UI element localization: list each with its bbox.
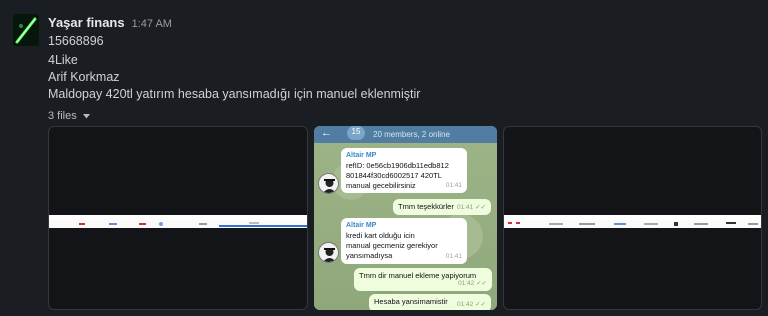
message-line: Arif Korkmaz xyxy=(48,70,120,84)
double-check-icon: ✓✓ xyxy=(475,301,486,308)
avatar-lightsaber-icon xyxy=(13,14,39,46)
message-time: 01:41 xyxy=(457,204,474,211)
message-line: 4Like xyxy=(48,53,78,67)
message-header: Yaşar finans 1:47 AM xyxy=(48,15,172,31)
message-text: Tmm teşekkürler xyxy=(398,202,454,211)
message-text: kredi kart olduğu icin xyxy=(346,231,415,240)
spy-avatar-icon xyxy=(318,173,339,194)
message-time: 01:42 xyxy=(458,280,475,287)
message-text: refID: 0e56cb1906db11edb812 xyxy=(346,161,449,170)
chat-message: Tmm teşekkürler 01:41 ✓✓ xyxy=(393,199,491,215)
message-time: 01:41 xyxy=(445,182,462,189)
spy-avatar-icon xyxy=(318,242,339,263)
file-attachment-3[interactable] xyxy=(503,126,762,310)
double-check-icon: ✓✓ xyxy=(476,280,487,287)
message-sender: Altair MP xyxy=(346,222,377,229)
file-attachment-1[interactable] xyxy=(48,126,308,310)
group-subtitle: 20 members, 2 online xyxy=(373,130,450,139)
attachment-preview-strip xyxy=(504,215,761,228)
screenshot-preview xyxy=(49,220,307,228)
chat-message: Altair MP refID: 0e56cb1906db11edb812 80… xyxy=(341,148,467,193)
chat-message: Hesaba yansimamistir 01:42 ✓✓ xyxy=(369,294,491,310)
screenshot-preview xyxy=(504,220,761,228)
message-line: Maldopay 420tl yatırım hesaba yansımadığ… xyxy=(48,87,421,101)
message-text: manual gecmeniz gerekiyor xyxy=(346,241,438,250)
group-avatar-badge: 15 xyxy=(347,126,365,140)
caret-down-icon xyxy=(82,110,90,122)
message-time[interactable]: 1:47 AM xyxy=(132,18,172,30)
back-arrow-icon: ← xyxy=(321,127,332,139)
message-text: manual gecebilirsiniz xyxy=(346,181,416,190)
message-time: 01:42 xyxy=(457,301,474,308)
avatar[interactable] xyxy=(13,14,39,46)
chat-message: Tmm dir manuel ekleme yapiyorum 01:42 ✓✓ xyxy=(354,268,492,291)
double-check-icon: ✓✓ xyxy=(475,204,486,211)
telegram-header: ← 15 20 members, 2 online xyxy=(314,126,497,143)
author-name[interactable]: Yaşar finans xyxy=(48,15,125,30)
files-toggle[interactable]: 3 files xyxy=(48,110,90,122)
files-label: 3 files xyxy=(48,110,77,122)
message-time: 01:41 xyxy=(445,253,462,260)
message-text: 801844f30cd6002517 420TL xyxy=(346,171,442,180)
message-text: yansımadıysa xyxy=(346,251,393,260)
file-attachment-2[interactable]: ← 15 20 members, 2 online Altair MP refI… xyxy=(314,126,497,310)
chat-message: Altair MP kredi kart olduğu icin manual … xyxy=(341,218,467,264)
message-line: 15668896 xyxy=(48,34,104,48)
attachment-preview-strip xyxy=(49,215,307,228)
message-sender: Altair MP xyxy=(346,152,377,159)
